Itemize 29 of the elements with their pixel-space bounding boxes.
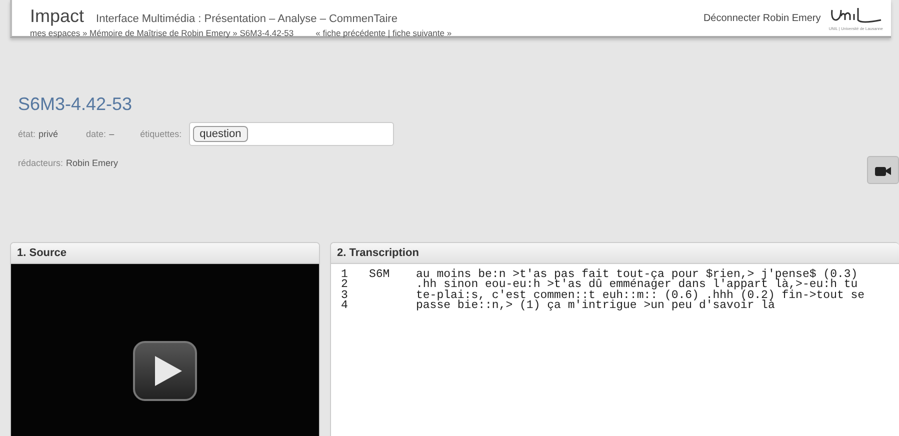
camera-button[interactable] — [867, 156, 899, 184]
tag[interactable]: question — [192, 126, 248, 142]
logout-link[interactable]: Déconnecter Robin Emery — [703, 12, 821, 24]
logo-signature-icon — [829, 6, 883, 26]
transcript-line: .hh sinon eou-eu:h >t'as dû emménager dans l'appart là,>-eu:h tu — [416, 280, 858, 291]
state-value: privé — [38, 129, 58, 139]
line-number: 4 — [341, 301, 349, 312]
line-number: 2 — [341, 280, 349, 291]
date-label: date: — [86, 129, 106, 139]
tags-label: étiquettes: — [140, 129, 182, 139]
line-number: 3 — [341, 290, 349, 302]
play-button[interactable] — [133, 340, 197, 400]
app-subtitle: Interface Multimédia : Présentation – Analyse – CommenTaire — [96, 13, 398, 25]
editors-label: rédacteurs: — [18, 158, 64, 168]
speaker-code: S6M — [369, 268, 390, 281]
camera-icon — [875, 164, 891, 176]
state-label: état: — [18, 129, 36, 139]
breadcrumb[interactable]: mes espaces » Mémoire de Maîtrise de Robin Emery » S6M3-4.42-53 — [30, 28, 294, 38]
app-name: Impact — [30, 6, 84, 27]
editors-value: Robin Emery — [66, 158, 118, 168]
panel-title: 1. Source — [11, 243, 319, 264]
line-number: 1 — [341, 270, 349, 280]
play-icon — [153, 354, 183, 386]
panel-title: 2. Transcription — [331, 243, 899, 264]
record-navigation[interactable]: « fiche précédente | fiche suivante » — [316, 28, 452, 38]
date-value: – — [109, 129, 114, 139]
record-title: S6M3-4.42-53 — [18, 94, 134, 115]
tags-field[interactable]: question — [188, 122, 394, 146]
transcript-line: passe bie::n,> (1) ça m'intrigue >un peu d'savoir là — [416, 301, 775, 312]
